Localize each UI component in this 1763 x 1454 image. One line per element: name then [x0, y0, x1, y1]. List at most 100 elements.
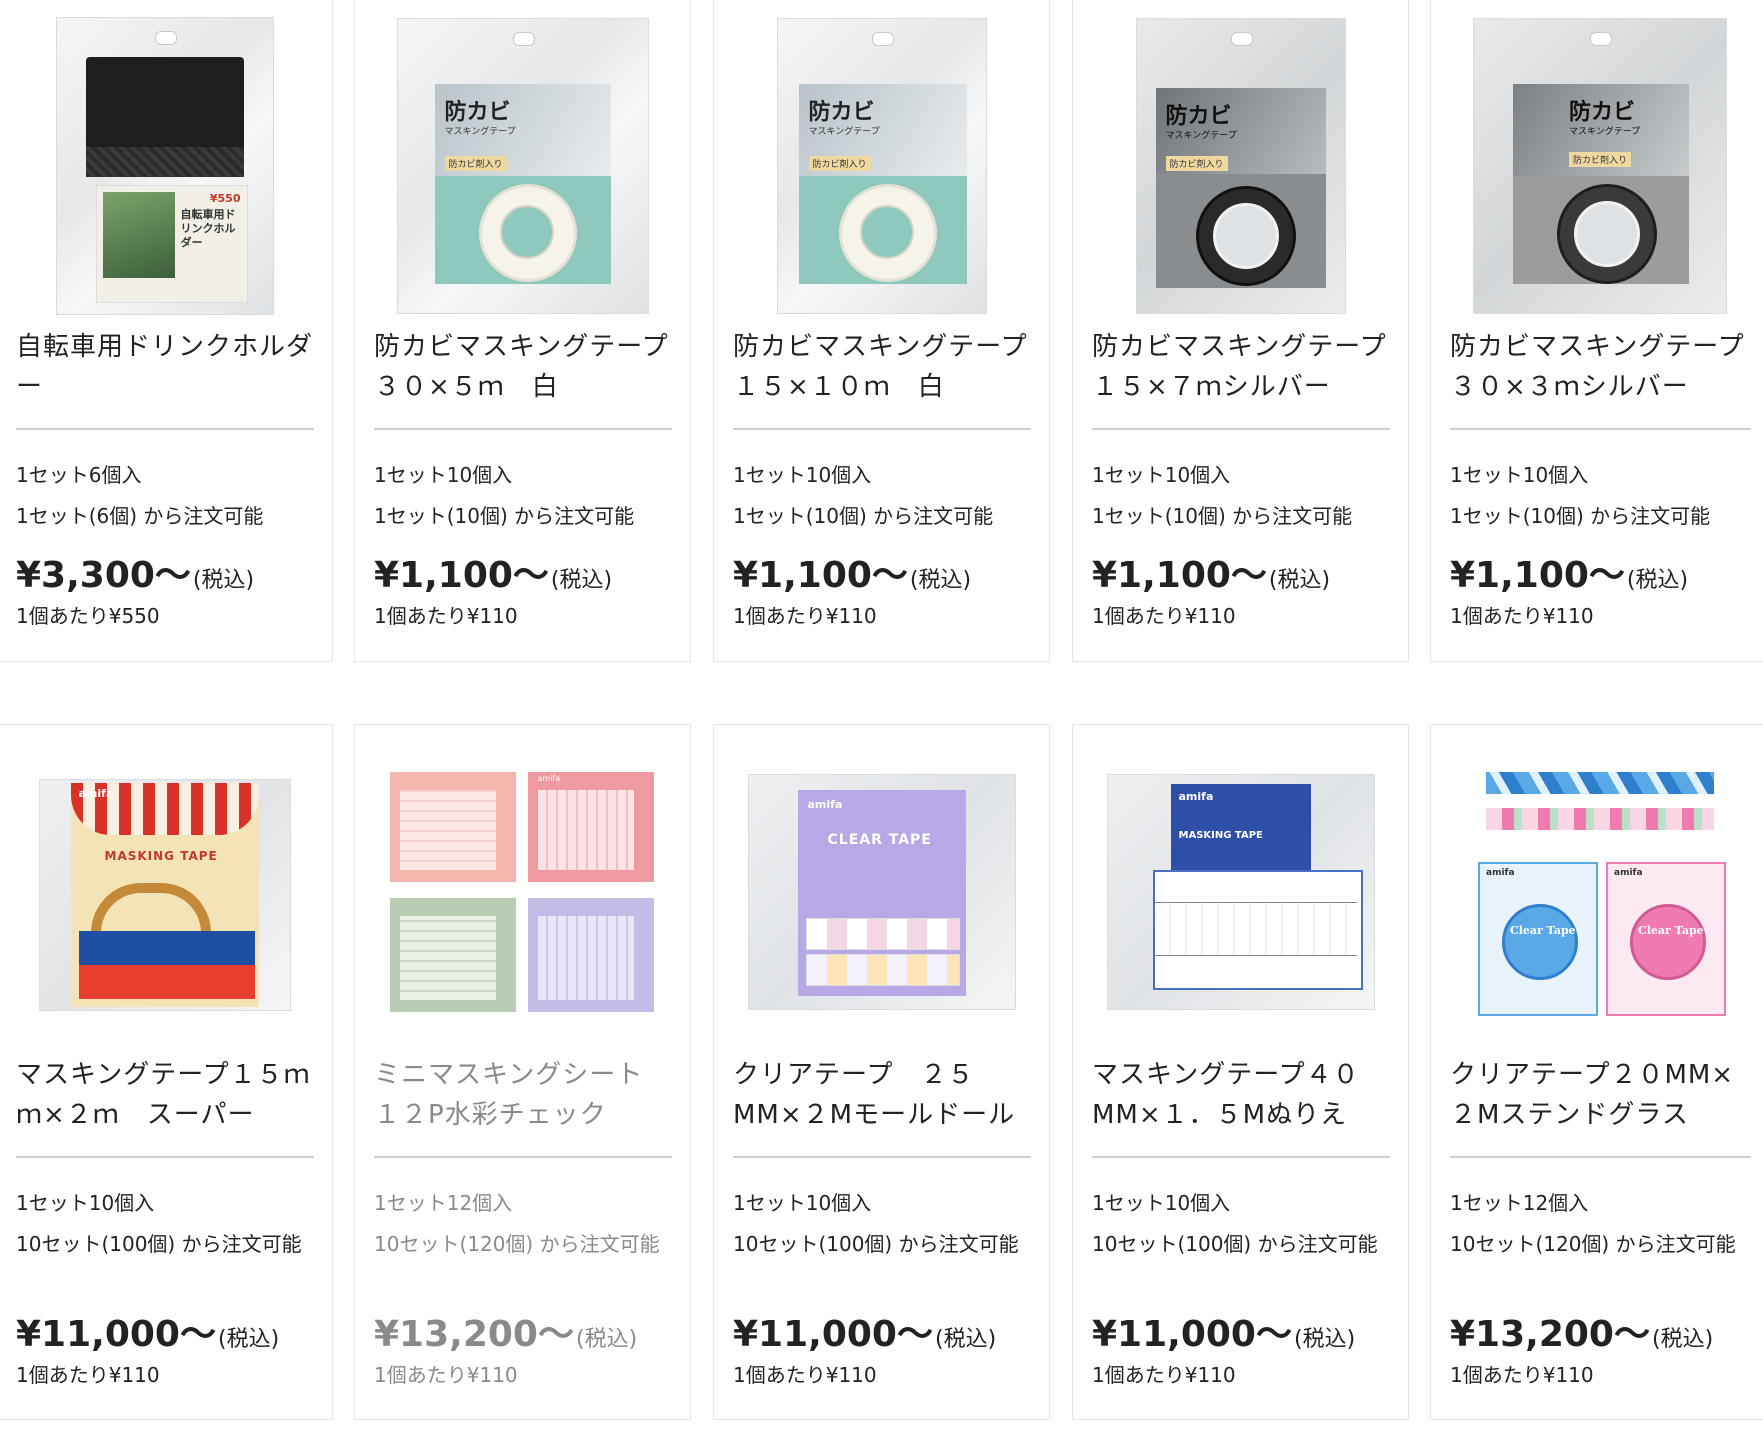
product-card[interactable]: amifa MASKING TAPE マスキングテープ４０MM×１．５Mぬりえ …	[1072, 724, 1409, 1420]
min-order: 1セット(10個) から注文可能	[733, 504, 994, 528]
package-name-text: MASKING TAPE	[1178, 830, 1263, 841]
product-grid: ¥550 自転車用ドリンクホルダー 自転車用ドリンクホルダー 1セット6個入 1…	[0, 0, 1763, 1454]
product-title[interactable]: 防カビマスキングテープ ３０×３ｍシルバー	[1450, 327, 1763, 407]
price: ¥11,000〜(税込)	[733, 1305, 996, 1357]
unit-price: 1個あたり¥110	[1092, 604, 1236, 628]
lot-size: 1セット10個入	[374, 463, 513, 487]
product-title[interactable]: 自転車用ドリンクホルダー	[16, 327, 314, 407]
product-card[interactable]: ¥550 自転車用ドリンクホルダー 自転車用ドリンクホルダー 1セット6個入 1…	[0, 0, 333, 662]
min-order: 10セット(100個) から注文可能	[733, 1232, 1019, 1256]
package-sub-text: マスキングテープ	[1569, 127, 1641, 137]
card-divider	[374, 428, 672, 430]
product-image[interactable]: ¥550 自転車用ドリンクホルダー	[0, 0, 332, 317]
price: ¥13,200〜(税込)	[374, 1305, 637, 1357]
product-title[interactable]: 防カビマスキングテープ １５×７ｍシルバー	[1092, 327, 1408, 407]
unit-price: 1個あたり¥110	[374, 604, 518, 628]
package-sub-text: マスキングテープ	[1165, 131, 1237, 141]
product-image[interactable]: amifa MASKING TAPE	[1073, 725, 1408, 1045]
package-name-text: MASKING TAPE	[104, 849, 218, 863]
product-card[interactable]: 防カビ マスキングテープ 防カビ剤入り 防カビマスキングテープ １５×１０ｍ 白…	[713, 0, 1050, 662]
card-divider	[1450, 1156, 1751, 1158]
min-order: 1セット(10個) から注文可能	[374, 504, 635, 528]
tax-label: (税込)	[1293, 1327, 1356, 1352]
package-brand-text: 防カビ	[1165, 104, 1232, 129]
price-value: ¥11,000〜	[1092, 1314, 1292, 1355]
package-name-text: Clear Tape	[1510, 924, 1576, 937]
min-order: 1セット(10個) から注文可能	[1450, 504, 1711, 528]
tax-label: (税込)	[192, 568, 255, 593]
lot-size: 1セット10個入	[1450, 463, 1589, 487]
product-title[interactable]: 防カビマスキングテープ ３０×５ｍ 白	[374, 327, 690, 407]
product-title[interactable]: 防カビマスキングテープ １５×１０ｍ 白	[733, 327, 1049, 407]
product-title[interactable]: ミニマスキングシート １２P水彩チェック	[374, 1055, 672, 1135]
unit-price: 1個あたり¥550	[16, 604, 160, 628]
product-image[interactable]: 防カビ マスキングテープ 防カビ剤入り	[355, 0, 690, 317]
package-brand-text: amifa	[537, 774, 561, 783]
min-order: 1セット(6個) から注文可能	[16, 504, 264, 528]
product-card[interactable]: amifa CLEAR TAPE クリアテープ ２５MM×２Mモールドール 1セ…	[713, 724, 1050, 1420]
product-image[interactable]: amifa CLEAR TAPE	[714, 725, 1049, 1045]
product-image[interactable]: amifa MASKING TAPE	[0, 725, 332, 1045]
price-value: ¥11,000〜	[733, 1314, 933, 1355]
product-image[interactable]: 防カビ マスキングテープ 防カビ剤入り	[1073, 0, 1408, 317]
price-value: ¥1,100〜	[1092, 555, 1267, 596]
price: ¥3,300〜(税込)	[16, 546, 254, 598]
min-order: 10セット(100個) から注文可能	[1092, 1232, 1378, 1256]
price: ¥11,000〜(税込)	[16, 1305, 279, 1357]
price-value: ¥1,100〜	[733, 555, 908, 596]
package-badge-text: 防カビ剤入り	[1165, 156, 1228, 171]
product-title[interactable]: マスキングテープ４０MM×１．５Mぬりえ	[1092, 1055, 1390, 1135]
package-brand-text: amifa	[1486, 868, 1515, 878]
price: ¥1,100〜(税込)	[1092, 546, 1330, 598]
price-value: ¥1,100〜	[374, 555, 549, 596]
unit-price: 1個あたり¥110	[1450, 1363, 1594, 1387]
product-card[interactable]: amifa MASKING TAPE マスキングテープ１５ｍｍ×２ｍ スーパー …	[0, 724, 333, 1420]
price: ¥13,200〜(税込)	[1450, 1305, 1713, 1357]
price: ¥1,100〜(税込)	[374, 546, 612, 598]
min-order: 1セット(10個) から注文可能	[1092, 504, 1353, 528]
product-card[interactable]: amifa Clear Tape amifa Clear Tape クリアテープ…	[1430, 724, 1763, 1420]
product-image[interactable]: amifa	[355, 725, 690, 1045]
tax-label: (税込)	[909, 568, 972, 593]
product-image[interactable]: amifa Clear Tape amifa Clear Tape	[1431, 725, 1763, 1045]
lot-size: 1セット12個入	[374, 1191, 513, 1215]
product-card[interactable]: amifa ミニマスキングシート １２P水彩チェック 1セット12個入 10セッ…	[354, 724, 691, 1420]
product-card[interactable]: 防カビ マスキングテープ 防カビ剤入り 防カビマスキングテープ １５×７ｍシルバ…	[1072, 0, 1409, 662]
unit-price: 1個あたり¥110	[1450, 604, 1594, 628]
tax-label: (税込)	[934, 1327, 997, 1352]
lot-size: 1セット10個入	[733, 463, 872, 487]
lot-size: 1セット6個入	[16, 463, 142, 487]
lot-size: 1セット10個入	[1092, 463, 1231, 487]
lot-size: 1セット10個入	[733, 1191, 872, 1215]
product-title[interactable]: クリアテープ２０MM×２Mステンドグラス	[1450, 1055, 1751, 1135]
product-title[interactable]: マスキングテープ１５ｍｍ×２ｍ スーパー	[16, 1055, 314, 1135]
product-image[interactable]: 防カビ マスキングテープ 防カビ剤入り	[1431, 0, 1763, 317]
package-brand-text: 防カビ	[444, 100, 511, 125]
card-divider	[1450, 428, 1751, 430]
price-value: ¥3,300〜	[16, 555, 191, 596]
package-price-text: ¥550	[209, 192, 241, 205]
price-value: ¥13,200〜	[374, 1314, 574, 1355]
package-badge-text: 防カビ剤入り	[1569, 152, 1632, 167]
tax-label: (税込)	[575, 1327, 638, 1352]
package-sub-text: マスキングテープ	[808, 127, 880, 137]
product-card[interactable]: 防カビ マスキングテープ 防カビ剤入り 防カビマスキングテープ ３０×３ｍシルバ…	[1430, 0, 1763, 662]
product-image[interactable]: 防カビ マスキングテープ 防カビ剤入り	[714, 0, 1049, 317]
package-sub-text: マスキングテープ	[444, 127, 516, 137]
card-divider	[733, 1156, 1031, 1158]
product-card[interactable]: 防カビ マスキングテープ 防カビ剤入り 防カビマスキングテープ ３０×５ｍ 白 …	[354, 0, 691, 662]
card-divider	[16, 428, 314, 430]
card-divider	[1092, 1156, 1390, 1158]
price-value: ¥1,100〜	[1450, 555, 1625, 596]
unit-price: 1個あたり¥110	[16, 1363, 160, 1387]
package-badge-text: 防カビ剤入り	[444, 156, 507, 171]
package-name-text: Clear Tape	[1638, 924, 1704, 937]
tax-label: (税込)	[1626, 568, 1689, 593]
lot-size: 1セット10個入	[16, 1191, 155, 1215]
tax-label: (税込)	[1651, 1327, 1714, 1352]
price: ¥1,100〜(税込)	[733, 546, 971, 598]
package-name-text: 自転車用ドリンクホルダー	[180, 208, 236, 249]
price-value: ¥11,000〜	[16, 1314, 216, 1355]
product-title[interactable]: クリアテープ ２５MM×２Mモールドール	[733, 1055, 1031, 1135]
package-brand-text: amifa	[1614, 868, 1643, 878]
